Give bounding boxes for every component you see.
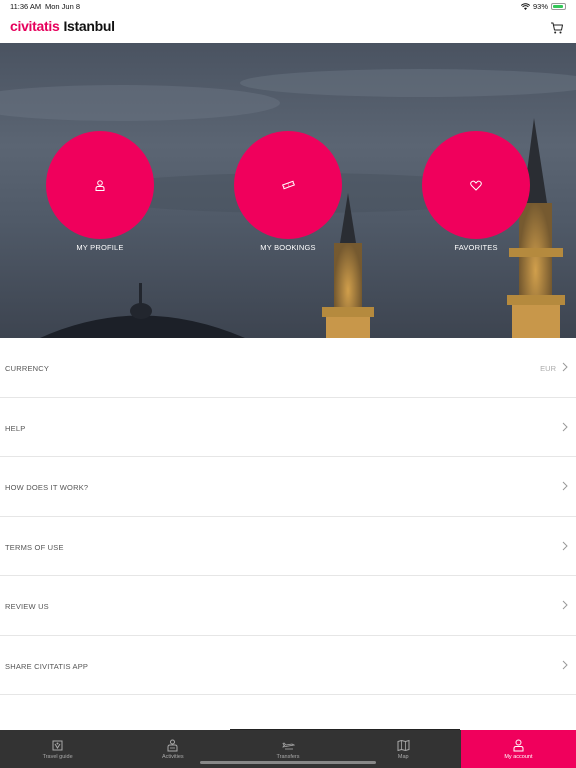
tab-label: Map	[397, 753, 409, 760]
home-indicator[interactable]	[200, 761, 376, 764]
cart-icon[interactable]	[550, 21, 564, 35]
menu-item-label: TERMS OF USE	[5, 542, 64, 552]
heart-icon	[470, 180, 482, 191]
chevron-right-icon	[562, 422, 568, 431]
tab-my-account[interactable]: My account	[460, 730, 576, 768]
tab-label: Travel guide	[42, 753, 73, 760]
chevron-right-icon	[562, 660, 568, 669]
menu-item-terms-of-use[interactable]: TERMS OF USE	[0, 517, 576, 576]
menu-item-label: HOW DOES IT WORK?	[5, 483, 89, 492]
menu-item-review-us[interactable]: REVIEW US	[0, 576, 576, 636]
battery-level	[553, 5, 564, 8]
chevron-right-icon	[562, 600, 568, 610]
city-name: Istanbul	[63, 18, 115, 34]
plane-icon	[281, 742, 295, 749]
tab-label: My account	[504, 753, 533, 760]
my-profile-label: MY PROFILE	[76, 243, 124, 252]
status-time: 11:36 AM	[10, 2, 42, 11]
status-indicators: 93%	[520, 2, 566, 11]
menu-item-help[interactable]: HELP	[0, 398, 576, 457]
menu-item-label: HELP	[5, 423, 26, 433]
status-date: Mon Jun 8	[45, 2, 81, 11]
tab-label: Transfers	[276, 753, 300, 760]
brand-title: civitatis Istanbul	[10, 18, 115, 34]
battery-percent: 93%	[532, 2, 548, 11]
hero-banner: MY PROFILE MY BOOKINGS FAVORITES	[0, 43, 576, 338]
menu-item-label: CURRENCY	[5, 364, 50, 373]
battery-icon	[551, 3, 566, 10]
chevron-right-icon	[562, 362, 568, 372]
my-bookings-button[interactable]	[234, 131, 342, 239]
wifi-icon	[520, 3, 530, 10]
status-bar: 11:36 AM Mon Jun 8 93%	[0, 0, 576, 13]
user-icon	[513, 739, 524, 751]
favorites-label: FAVORITES	[454, 243, 498, 252]
account-menu: CURRENCY EUR HELP HOW DOES IT WORK? TERM…	[0, 338, 576, 695]
chevron-right-icon	[562, 541, 568, 550]
app-header: civitatis Istanbul	[0, 13, 576, 43]
my-bookings-label: MY BOOKINGS	[260, 243, 316, 252]
brand-logo: civitatis	[10, 18, 60, 34]
book-map-icon	[52, 740, 63, 750]
chevron-right-icon	[562, 481, 568, 491]
my-profile-button[interactable]	[46, 131, 154, 239]
my-profile-action[interactable]: MY PROFILE	[46, 131, 154, 252]
my-bookings-action[interactable]: MY BOOKINGS	[234, 131, 342, 252]
favorites-action[interactable]: FAVORITES	[422, 131, 530, 252]
tab-travel-guide[interactable]: Travel guide	[0, 730, 115, 768]
activities-icon	[167, 739, 178, 751]
menu-item-label: REVIEW US	[5, 602, 49, 611]
menu-item-currency[interactable]: CURRENCY EUR	[0, 338, 576, 398]
map-icon	[397, 739, 410, 751]
menu-item-label: SHARE CIVITATIS APP	[5, 661, 89, 671]
user-icon	[95, 179, 105, 191]
ticket-icon	[281, 180, 295, 190]
menu-item-share-app[interactable]: SHARE CIVITATIS APP	[0, 636, 576, 695]
favorites-button[interactable]	[422, 131, 530, 239]
currency-value: EUR	[540, 364, 556, 373]
menu-item-how-does-it-work[interactable]: HOW DOES IT WORK?	[0, 457, 576, 517]
tab-label: Activities	[161, 753, 184, 760]
